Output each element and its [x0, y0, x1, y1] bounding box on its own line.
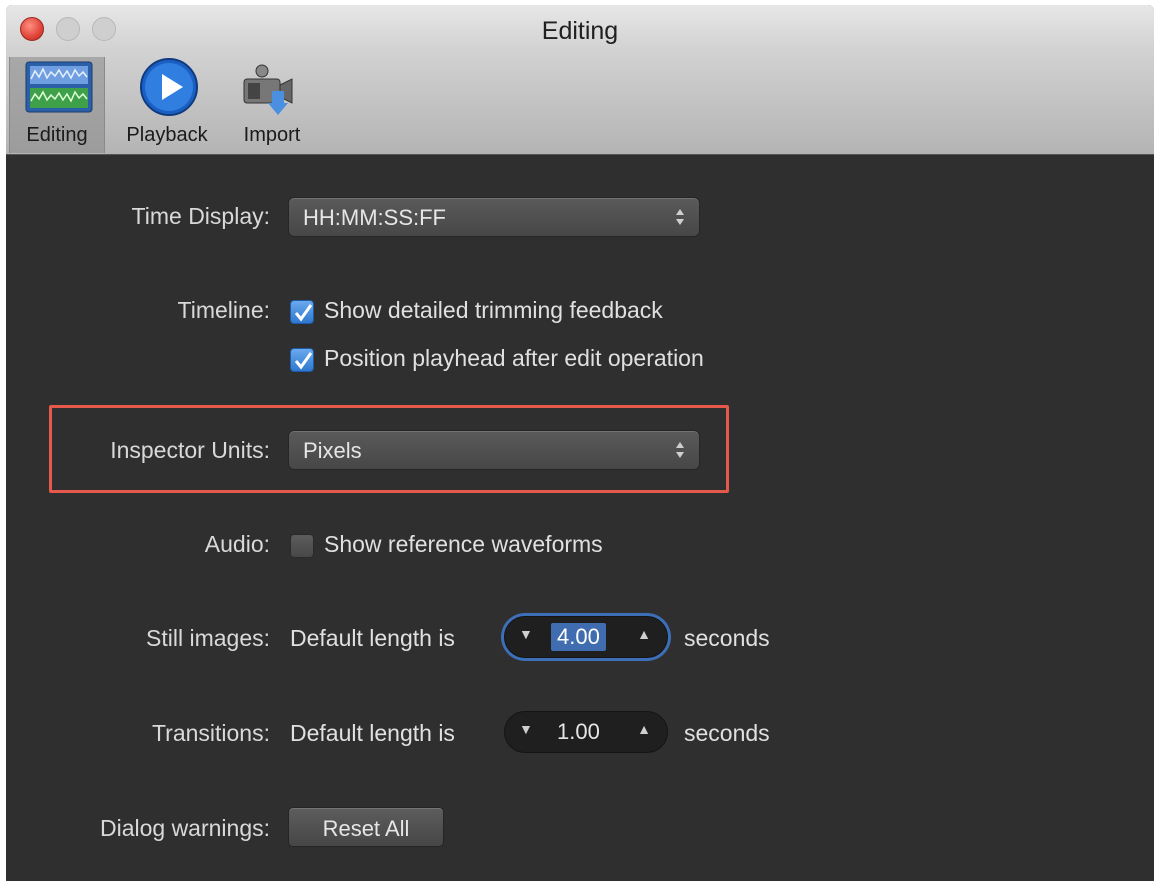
still-images-prefix: Default length is	[290, 625, 455, 651]
position-playhead-text: Position playhead after edit operation	[324, 345, 704, 371]
toolbar-label-editing: Editing	[26, 124, 88, 146]
dialog-warnings-label: Dialog warnings:	[99, 815, 270, 841]
decrement-arrow-icon[interactable]: ▼	[519, 721, 533, 737]
reset-all-button[interactable]: Reset All	[288, 807, 444, 847]
popup-arrows-icon	[676, 442, 684, 458]
title-bar: Editing Editing Playback Import	[6, 5, 1154, 155]
increment-arrow-icon[interactable]: ▲	[637, 626, 651, 642]
transitions-value[interactable]: 1.00	[551, 718, 606, 746]
still-images-value[interactable]: 4.00	[551, 623, 606, 651]
toolbar-label-import: Import	[243, 124, 301, 146]
audio-label: Audio:	[204, 531, 270, 557]
import-icon	[243, 64, 293, 115]
window-title: Editing	[541, 17, 619, 45]
checkmark-icon	[294, 304, 313, 322]
transitions-prefix: Default length is	[290, 720, 455, 746]
toolbar-tab-import[interactable]: Import	[230, 57, 314, 153]
preferences-window: Editing Editing Playback Import Time Dis…	[6, 5, 1154, 881]
inspector-units-popup[interactable]: Pixels	[288, 430, 700, 470]
toolbar-tab-playback[interactable]: Playback	[114, 57, 220, 153]
trimming-feedback-checkbox[interactable]	[290, 300, 314, 324]
inspector-units-value: Pixels	[303, 438, 362, 463]
playback-icon	[140, 58, 198, 116]
still-images-stepper[interactable]: ▼ 4.00 ▲	[504, 616, 668, 658]
trimming-feedback-text: Show detailed trimming feedback	[324, 297, 663, 323]
reference-waveforms-text: Show reference waveforms	[324, 531, 603, 557]
transitions-stepper[interactable]: ▼ 1.00 ▲	[504, 711, 668, 753]
inspector-units-label: Inspector Units:	[110, 437, 270, 463]
transitions-suffix: seconds	[684, 720, 770, 746]
popup-arrows-icon	[676, 209, 684, 225]
increment-arrow-icon[interactable]: ▲	[637, 721, 651, 737]
reference-waveforms-checkbox[interactable]	[290, 534, 314, 558]
editing-icon	[25, 61, 93, 113]
checkmark-icon	[294, 352, 313, 370]
decrement-arrow-icon[interactable]: ▼	[519, 626, 533, 642]
toolbar-label-playback: Playback	[126, 124, 208, 146]
position-playhead-checkbox[interactable]	[290, 348, 314, 372]
timeline-label: Timeline:	[177, 297, 270, 323]
time-display-value: HH:MM:SS:FF	[303, 205, 446, 230]
still-images-suffix: seconds	[684, 625, 770, 651]
still-images-label: Still images:	[146, 625, 270, 651]
time-display-label: Time Display:	[131, 203, 270, 229]
toolbar-tab-editing[interactable]: Editing	[9, 57, 105, 153]
time-display-popup[interactable]: HH:MM:SS:FF	[288, 197, 700, 237]
transitions-label: Transitions:	[151, 720, 270, 746]
